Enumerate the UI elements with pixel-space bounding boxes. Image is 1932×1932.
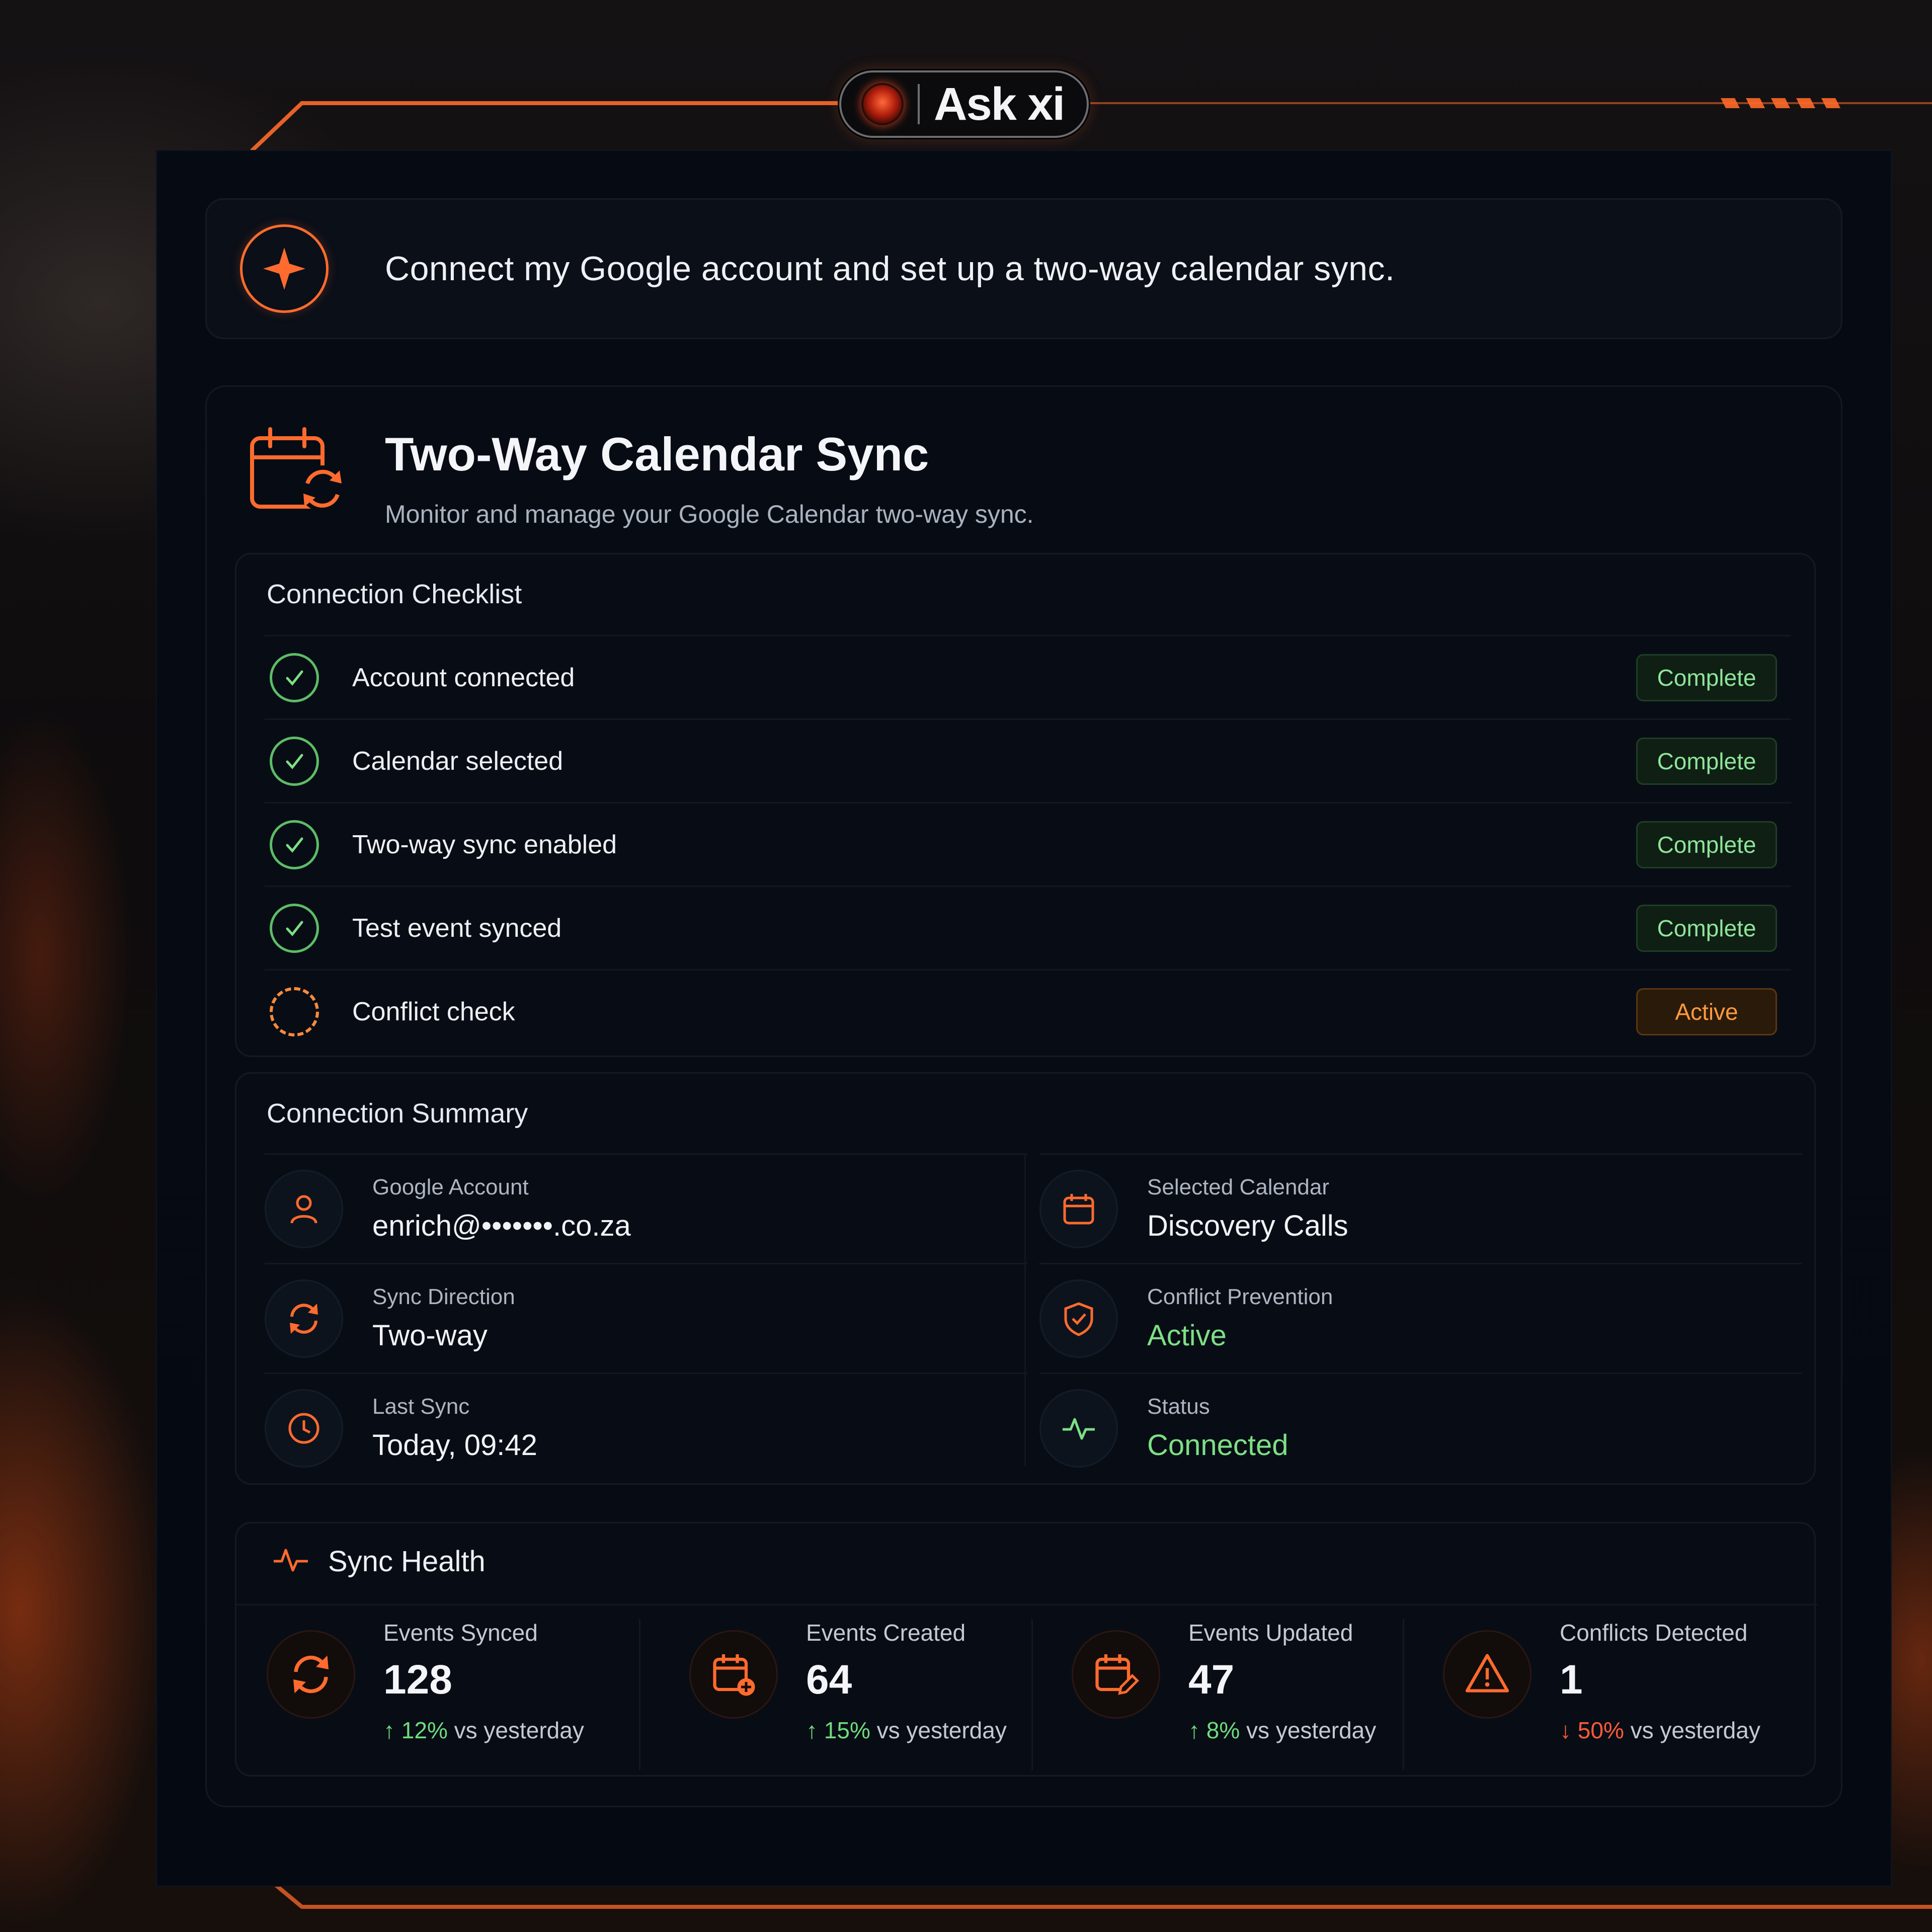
checklist-item: Test event synced Complete [265, 886, 1791, 969]
summary-item-sync-direction: Sync Direction Two-way [265, 1263, 1027, 1373]
stat-change: 12% [401, 1717, 448, 1743]
divider [918, 84, 920, 124]
checklist-item-label: Calendar selected [352, 746, 564, 776]
stat-suffix: vs yesterday [1630, 1717, 1760, 1743]
summary-item-selected-calendar: Selected Calendar Discovery Calls [1039, 1153, 1802, 1263]
stat-suffix: vs yesterday [1246, 1717, 1377, 1743]
checklist-item: Account connected Complete [265, 635, 1791, 718]
warning-icon [1443, 1630, 1532, 1719]
status-badge: Complete [1636, 737, 1777, 785]
xi-logo-icon [861, 83, 904, 125]
calendar-sync-icon [248, 427, 349, 515]
arrow-up-icon: ↑ [383, 1717, 401, 1743]
stat-label: Events Created [806, 1620, 966, 1646]
activity-icon [1039, 1389, 1118, 1468]
pending-circle-icon [270, 987, 319, 1036]
connection-checklist: Connection Checklist Account connected C… [235, 553, 1816, 1057]
page-subtitle: Monitor and manage your Google Calendar … [385, 500, 1034, 528]
summary-label: Google Account [372, 1175, 529, 1199]
app-name: Ask xi [934, 78, 1065, 130]
summary-value: Today, 09:42 [372, 1429, 537, 1462]
summary-label: Selected Calendar [1147, 1175, 1330, 1199]
summary-label: Status [1147, 1394, 1210, 1419]
check-circle-icon [270, 653, 319, 702]
summary-item-last-sync: Last Sync Today, 09:42 [265, 1373, 1027, 1482]
sync-health: Sync Health Events Synced 128 ↑ 12% vs y… [235, 1522, 1817, 1777]
checklist-title: Connection Checklist [267, 579, 522, 609]
summary-value: Active [1147, 1319, 1227, 1352]
stat-label: Events Synced [383, 1620, 538, 1646]
stat-conflicts-detected: Conflicts Detected 1 ↓ 50% vs yesterday [1443, 1619, 1760, 1770]
status-badge: Complete [1636, 654, 1777, 701]
stat-change: 8% [1206, 1717, 1240, 1743]
checklist-item-label: Test event synced [352, 913, 562, 943]
stat-suffix: vs yesterday [454, 1717, 584, 1743]
checklist-item-label: Two-way sync enabled [352, 830, 617, 859]
checklist-item: Two-way sync enabled Complete [265, 802, 1791, 886]
sync-icon [265, 1279, 343, 1358]
check-circle-icon [270, 903, 319, 953]
arrow-up-icon: ↑ [1188, 1717, 1206, 1743]
checklist-item: Calendar selected Complete [265, 718, 1791, 802]
summary-label: Conflict Prevention [1147, 1284, 1333, 1309]
page-title: Two-Way Calendar Sync [385, 428, 929, 480]
summary-label: Sync Direction [372, 1284, 515, 1309]
status-badge: Complete [1636, 904, 1777, 952]
summary-item-conflict-prevention: Conflict Prevention Active [1039, 1263, 1802, 1373]
health-title: Sync Health [328, 1545, 486, 1578]
user-icon [265, 1169, 343, 1248]
stat-change: 15% [824, 1717, 870, 1743]
checklist-item: Conflict check Active [265, 969, 1791, 1053]
check-circle-icon [270, 820, 319, 869]
summary-item-google-account: Google Account enrich@•••••••.co.za [265, 1153, 1027, 1263]
check-circle-icon [270, 736, 319, 786]
stat-label: Conflicts Detected [1560, 1620, 1748, 1646]
stat-change: 50% [1577, 1717, 1624, 1743]
checklist-item-label: Conflict check [352, 997, 515, 1026]
calendar-plus-icon [689, 1630, 778, 1719]
stat-events-synced: Events Synced 128 ↑ 12% vs yesterday [267, 1619, 584, 1770]
summary-value: Two-way [372, 1319, 488, 1352]
divider [1031, 1619, 1033, 1770]
arrow-up-icon: ↑ [806, 1717, 824, 1743]
user-prompt-card: Connect my Google account and set up a t… [205, 198, 1842, 339]
status-badge: Complete [1636, 821, 1777, 868]
summary-item-status: Status Connected [1039, 1373, 1802, 1482]
clock-icon [265, 1389, 343, 1468]
connection-summary: Connection Summary Google Account enrich@… [235, 1072, 1816, 1485]
stat-label: Events Updated [1188, 1620, 1353, 1646]
arrow-down-icon: ↓ [1560, 1717, 1578, 1743]
stat-suffix: vs yesterday [876, 1717, 1007, 1743]
shield-check-icon [1039, 1279, 1118, 1358]
summary-title: Connection Summary [267, 1098, 528, 1129]
main-panel: Connect my Google account and set up a t… [157, 151, 1891, 1886]
calendar-edit-icon [1072, 1630, 1160, 1719]
divider [236, 1604, 1817, 1605]
stat-value: 64 [806, 1657, 852, 1703]
activity-icon [272, 1545, 310, 1578]
divider [1403, 1619, 1404, 1770]
summary-value: Connected [1147, 1429, 1289, 1462]
ask-xi-header-pill[interactable]: Ask xi [839, 70, 1089, 138]
status-badge: Active [1636, 988, 1777, 1035]
summary-label: Last Sync [372, 1394, 470, 1419]
stat-value: 47 [1188, 1657, 1235, 1703]
summary-value: Discovery Calls [1147, 1210, 1348, 1242]
summary-value: enrich@•••••••.co.za [372, 1210, 631, 1242]
calendar-icon [1039, 1169, 1118, 1248]
divider [639, 1619, 640, 1770]
stat-events-updated: Events Updated 47 ↑ 8% vs yesterday [1072, 1619, 1376, 1770]
calendar-sync-card: Two-Way Calendar Sync Monitor and manage… [205, 385, 1842, 1807]
stat-events-created: Events Created 64 ↑ 15% vs yesterday [689, 1619, 1007, 1770]
sparkle-icon [240, 224, 329, 313]
sync-icon [267, 1630, 355, 1719]
user-prompt-text: Connect my Google account and set up a t… [385, 250, 1395, 288]
stat-value: 1 [1560, 1657, 1583, 1703]
stat-value: 128 [383, 1657, 452, 1703]
checklist-item-label: Account connected [352, 663, 575, 692]
